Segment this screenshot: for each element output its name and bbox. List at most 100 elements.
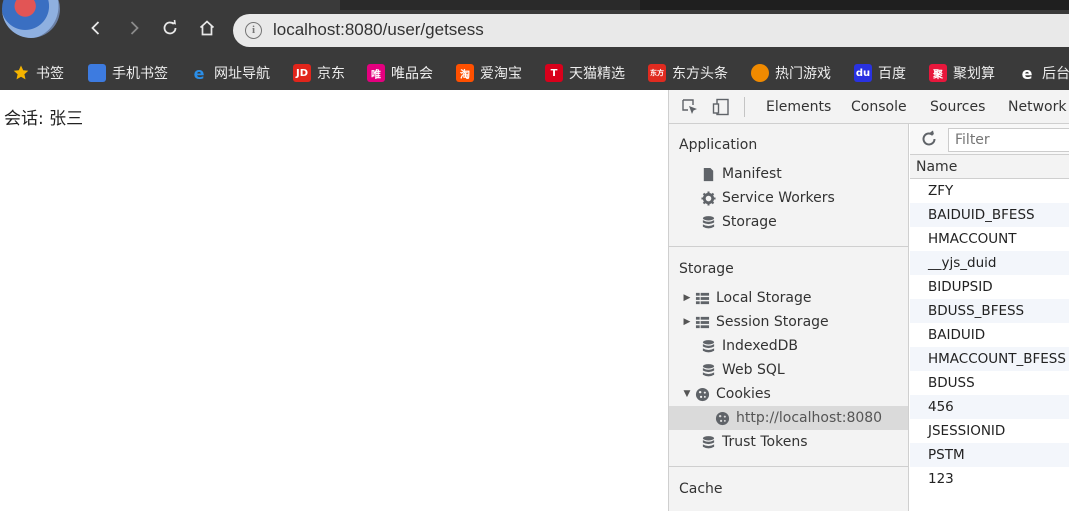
bookmarks-bar: 书签 手机书签 e 网址导航 JD 京东 唯 唯品会 淘 爱淘宝 T 天猫精选 …: [0, 56, 1069, 90]
devtools-panel: Elements Console Sources Network Applica…: [668, 90, 1069, 511]
table-row[interactable]: 123: [910, 467, 1069, 491]
table-row[interactable]: HMACCOUNT: [910, 227, 1069, 251]
expand-arrow-icon[interactable]: ▶: [681, 293, 693, 303]
bookmark-item[interactable]: 唯 唯品会: [367, 56, 433, 90]
table-icon: [693, 314, 711, 330]
reload-icon: [163, 19, 177, 35]
sidebar-item-label: Local Storage: [716, 290, 812, 306]
bookmark-item[interactable]: 聚 聚划算: [929, 56, 995, 90]
bookmark-item[interactable]: 热门游戏: [751, 56, 831, 90]
table-row[interactable]: BDUSS_BFESS: [910, 299, 1069, 323]
sidebar-item-web-sql[interactable]: Web SQL: [669, 358, 908, 382]
database-icon: [699, 434, 717, 450]
table-row[interactable]: BAIDUID_BFESS: [910, 203, 1069, 227]
back-button[interactable]: [82, 14, 110, 42]
column-header-name[interactable]: Name: [910, 155, 1069, 179]
sidebar-item-local-storage[interactable]: ▶ Local Storage: [669, 286, 908, 310]
section-title-application: Application: [679, 137, 758, 153]
inspect-element-icon[interactable]: [681, 98, 699, 116]
bookmark-item[interactable]: e 网址导航: [190, 56, 270, 90]
star-icon: [13, 65, 29, 80]
tab-elements[interactable]: Elements: [766, 90, 831, 124]
devtools-toolbar: Elements Console Sources Network: [669, 90, 1069, 124]
tab-sources[interactable]: Sources: [930, 90, 985, 124]
section-title-cache: Cache: [679, 481, 723, 497]
filter-input[interactable]: [948, 128, 1069, 152]
home-button[interactable]: [193, 14, 221, 42]
file-icon: [699, 166, 717, 182]
sidebar-item-label: IndexedDB: [722, 338, 798, 354]
bookmark-label: 后台: [1042, 66, 1069, 82]
device-toolbar-icon[interactable]: [712, 98, 730, 116]
page-content: 会话: 张三: [0, 90, 668, 511]
sidebar-item-cookies[interactable]: ▼ Cookies: [669, 382, 908, 406]
refresh-icon[interactable]: [920, 130, 938, 148]
bookmark-item[interactable]: 手机书签: [88, 56, 168, 90]
collapse-arrow-icon[interactable]: ▼: [681, 389, 693, 399]
game-logo-icon: [751, 64, 769, 82]
bookmark-label: 爱淘宝: [480, 66, 522, 82]
table-icon: [693, 290, 711, 306]
bookmark-label: 百度: [878, 66, 906, 82]
table-row[interactable]: PSTM: [910, 443, 1069, 467]
sidebar-item-label: Trust Tokens: [722, 434, 808, 450]
cookie-table-body: ZFY BAIDUID_BFESS HMACCOUNT __yjs_duid B…: [910, 179, 1069, 491]
baidu-logo-icon: du: [854, 64, 872, 82]
bookmark-label: 网址导航: [214, 66, 270, 82]
table-row[interactable]: BDUSS: [910, 371, 1069, 395]
sidebar-item-label: Storage: [722, 214, 777, 230]
section-divider: [669, 466, 908, 467]
expand-arrow-icon[interactable]: ▶: [681, 317, 693, 327]
jd-logo-icon: JD: [293, 64, 311, 82]
sidebar-item-indexeddb[interactable]: IndexedDB: [669, 334, 908, 358]
cookie-icon: [713, 410, 731, 426]
bookmark-label: 东方头条: [672, 66, 728, 82]
sidebar-item-manifest[interactable]: Manifest: [669, 162, 908, 186]
table-row[interactable]: HMACCOUNT_BFESS: [910, 347, 1069, 371]
bookmark-item[interactable]: JD 京东: [293, 56, 345, 90]
bookmark-item[interactable]: e 后台: [1018, 56, 1069, 90]
tab-console[interactable]: Console: [851, 90, 907, 124]
chevron-left-icon: [91, 21, 100, 35]
sidebar-item-storage-overview[interactable]: Storage: [669, 210, 908, 234]
database-icon: [699, 362, 717, 378]
table-row[interactable]: BIDUPSID: [910, 275, 1069, 299]
address-bar[interactable]: i localhost:8080/user/getsess: [233, 14, 1069, 47]
table-row[interactable]: __yjs_duid: [910, 251, 1069, 275]
forward-button[interactable]: [120, 14, 148, 42]
table-row[interactable]: JSESSIONID: [910, 419, 1069, 443]
table-row[interactable]: 456: [910, 395, 1069, 419]
bookmark-label: 手机书签: [112, 66, 168, 82]
application-sidebar: Application Manifest Service Workers Sto…: [669, 124, 909, 511]
site-info-icon[interactable]: i: [245, 22, 262, 39]
ie-logo-icon: e: [193, 63, 205, 83]
reload-button[interactable]: [156, 14, 184, 42]
sidebar-item-cookie-origin[interactable]: http://localhost:8080: [669, 406, 908, 430]
section-divider: [669, 246, 908, 247]
sidebar-item-trust-tokens[interactable]: Trust Tokens: [669, 430, 908, 454]
bookmark-label: 聚划算: [953, 66, 995, 82]
sidebar-item-label: Service Workers: [722, 190, 835, 206]
sidebar-item-service-workers[interactable]: Service Workers: [669, 186, 908, 210]
table-row[interactable]: ZFY: [910, 179, 1069, 203]
bookmark-item[interactable]: 东方 东方头条: [648, 56, 728, 90]
bookmark-label: 书签: [36, 66, 64, 82]
sidebar-item-session-storage[interactable]: ▶ Session Storage: [669, 310, 908, 334]
bookmark-item[interactable]: 书签: [12, 56, 64, 90]
tab-strip-active: [640, 0, 1069, 10]
juhuasuan-logo-icon: 聚: [929, 64, 947, 82]
bookmark-label: 热门游戏: [775, 66, 831, 82]
bookmark-item[interactable]: 淘 爱淘宝: [456, 56, 522, 90]
sidebar-item-label: Web SQL: [722, 362, 785, 378]
bookmark-label: 天猫精选: [569, 66, 625, 82]
sidebar-item-label: http://localhost:8080: [736, 410, 883, 426]
browser-avatar[interactable]: [2, 0, 60, 38]
chevron-right-icon: [130, 21, 139, 35]
tab-network[interactable]: Network: [1008, 90, 1066, 124]
bookmark-item[interactable]: T 天猫精选: [545, 56, 625, 90]
vip-logo-icon: 唯: [367, 64, 385, 82]
table-row[interactable]: BAIDUID: [910, 323, 1069, 347]
ie-logo-icon: e: [1021, 63, 1033, 83]
address-url[interactable]: localhost:8080/user/getsess: [273, 20, 484, 40]
bookmark-item[interactable]: du 百度: [854, 56, 906, 90]
